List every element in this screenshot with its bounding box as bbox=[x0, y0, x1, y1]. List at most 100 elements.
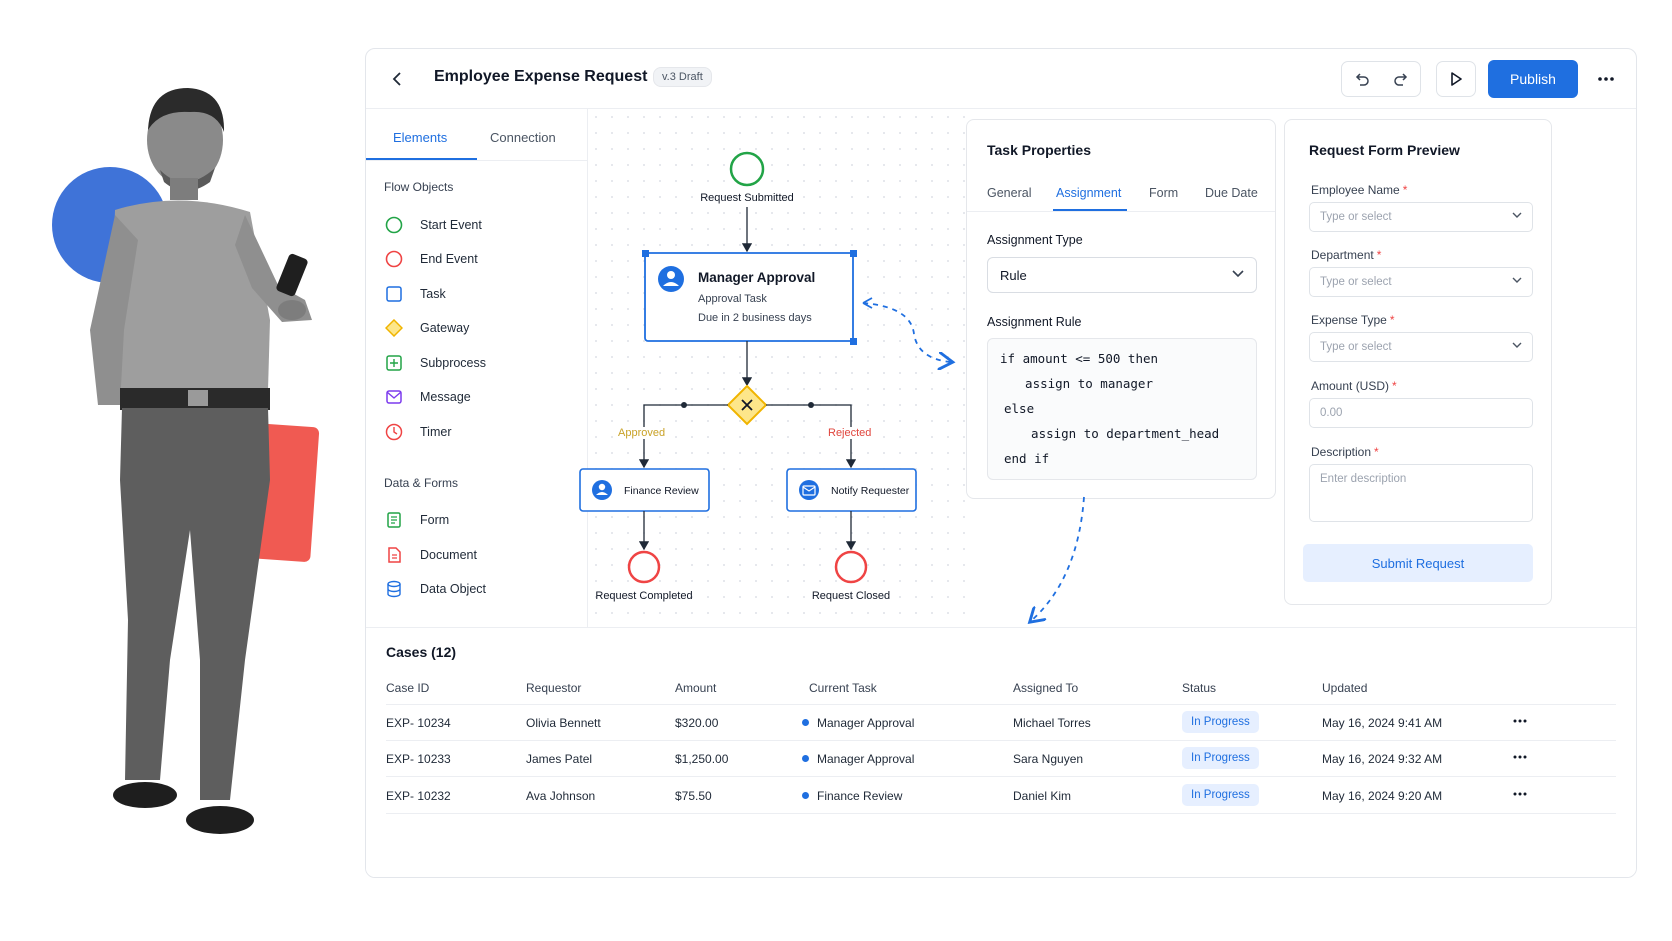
tab-elements[interactable]: Elements bbox=[393, 130, 447, 145]
palette-item-label: Form bbox=[420, 513, 450, 527]
chevron-left-icon bbox=[392, 72, 401, 86]
tab-due-date[interactable]: Due Date bbox=[1205, 186, 1258, 200]
message-icon bbox=[384, 387, 404, 407]
row-more-icon[interactable] bbox=[1512, 749, 1528, 765]
status-badge: In Progress bbox=[1182, 747, 1259, 769]
rejected-branch-label: Rejected bbox=[828, 427, 872, 439]
palette-item-label: Task bbox=[420, 287, 446, 301]
assignment-rule-editor[interactable]: if amount <= 500 then assign to manager … bbox=[987, 338, 1257, 480]
department-label: Department * bbox=[1311, 248, 1381, 262]
request-completed-label: Request Completed bbox=[595, 590, 693, 602]
chevron-down-icon bbox=[1512, 342, 1522, 348]
palette-item-subprocess[interactable]: Subprocess bbox=[384, 352, 486, 374]
palette-item-start-event[interactable]: Start Event bbox=[384, 214, 482, 236]
cases-table-panel: Cases (12) Case ID Requestor Amount Curr… bbox=[366, 627, 1636, 877]
code-line: else bbox=[1004, 401, 1035, 416]
flow-objects-heading: Flow Objects bbox=[384, 180, 454, 194]
assigned-to: Michael Torres bbox=[1013, 716, 1091, 730]
amount-label: Amount (USD) * bbox=[1311, 379, 1397, 393]
table-row[interactable]: EXP- 10233 James Patel $1,250.00 Manager… bbox=[386, 741, 1616, 777]
palette-item-label: End Event bbox=[420, 252, 478, 266]
undo-icon[interactable] bbox=[1354, 71, 1370, 87]
table-row[interactable]: EXP- 10234 Olivia Bennett $320.00 Manage… bbox=[386, 705, 1616, 741]
assignment-type-select[interactable]: Rule bbox=[987, 257, 1257, 293]
run-button[interactable] bbox=[1436, 61, 1476, 97]
task-properties-panel: Task Properties General Assignment Form … bbox=[966, 119, 1276, 499]
cases-title: Cases (12) bbox=[386, 644, 457, 660]
palette-item-timer[interactable]: Timer bbox=[384, 421, 451, 443]
gateway-icon bbox=[384, 318, 404, 338]
tab-general[interactable]: General bbox=[987, 186, 1031, 200]
palette-item-document[interactable]: Document bbox=[384, 544, 477, 566]
status-badge: In Progress bbox=[1182, 711, 1259, 733]
palette-tabs: Elements Connection bbox=[366, 109, 588, 161]
requestor: James Patel bbox=[526, 752, 593, 766]
data-forms-heading: Data & Forms bbox=[384, 476, 459, 490]
palette-item-data-object[interactable]: Data Object bbox=[384, 578, 486, 600]
code-line: if amount <= 500 then bbox=[1000, 351, 1159, 366]
table-row[interactable]: EXP- 10232 Ava Johnson $75.50 Finance Re… bbox=[386, 778, 1616, 814]
manager-approval-type: Approval Task bbox=[698, 293, 767, 305]
field-placeholder: 0.00 bbox=[1320, 407, 1343, 419]
form-icon bbox=[384, 510, 404, 530]
status-dot bbox=[802, 719, 809, 726]
field-label-text: Expense Type bbox=[1311, 313, 1387, 327]
required-marker: * bbox=[1376, 248, 1382, 262]
workflow-editor-window: Employee Expense Request v.3 Draft Publi… bbox=[365, 48, 1637, 878]
palette-item-task[interactable]: Task bbox=[384, 283, 446, 305]
amount-input[interactable]: 0.00 bbox=[1309, 398, 1533, 428]
current-task: Manager Approval bbox=[802, 716, 914, 730]
manager-approval-title: Manager Approval bbox=[698, 270, 816, 285]
play-icon bbox=[1451, 72, 1462, 86]
tab-connection[interactable]: Connection bbox=[490, 130, 556, 145]
tab-assignment[interactable]: Assignment bbox=[1056, 186, 1121, 200]
required-marker: * bbox=[1402, 183, 1408, 197]
tab-form[interactable]: Form bbox=[1149, 186, 1178, 200]
field-label-text: Amount (USD) bbox=[1311, 379, 1390, 393]
palette-item-form[interactable]: Form bbox=[384, 509, 449, 531]
assignment-rule-label: Assignment Rule bbox=[987, 315, 1082, 329]
assigned-to: Sara Nguyen bbox=[1013, 752, 1084, 766]
active-tab-indicator bbox=[366, 158, 477, 160]
chevron-down-icon bbox=[1512, 212, 1522, 218]
requestor: Olivia Bennett bbox=[526, 716, 601, 730]
more-horizontal-icon bbox=[1598, 77, 1614, 81]
palette-item-message[interactable]: Message bbox=[384, 386, 471, 408]
department-select[interactable]: Type or select bbox=[1309, 267, 1533, 297]
expense-type-select[interactable]: Type or select bbox=[1309, 332, 1533, 362]
person-illustration bbox=[52, 88, 320, 834]
palette-item-label: Document bbox=[420, 548, 477, 562]
divider bbox=[967, 211, 1275, 212]
finance-review-label: Finance Review bbox=[624, 485, 699, 497]
field-placeholder: Enter description bbox=[1320, 473, 1407, 485]
palette-item-label: Data Object bbox=[420, 582, 487, 596]
assignment-type-value: Rule bbox=[1000, 268, 1027, 283]
end-event-icon bbox=[384, 249, 404, 269]
palette-item-label: Message bbox=[420, 390, 471, 404]
employee-name-select[interactable]: Type or select bbox=[1309, 202, 1533, 232]
column-header: Current Task bbox=[809, 681, 877, 695]
expense-type-label: Expense Type * bbox=[1311, 313, 1395, 327]
more-options-button[interactable] bbox=[1588, 61, 1624, 97]
code-line: end if bbox=[1004, 451, 1050, 466]
palette-item-label: Start Event bbox=[420, 218, 482, 232]
current-task-text: Manager Approval bbox=[817, 716, 915, 730]
palette-item-gateway[interactable]: Gateway bbox=[384, 317, 469, 339]
palette-item-end-event[interactable]: End Event bbox=[384, 248, 478, 270]
approved-branch-label: Approved bbox=[618, 427, 666, 439]
status-dot bbox=[802, 792, 809, 799]
assignment-type-label: Assignment Type bbox=[987, 233, 1083, 247]
description-textarea[interactable]: Enter description bbox=[1309, 464, 1533, 522]
task-icon bbox=[384, 284, 404, 304]
back-button[interactable] bbox=[386, 67, 410, 91]
redo-icon[interactable] bbox=[1393, 71, 1409, 87]
request-form-preview: Request Form Preview Employee Name * Type… bbox=[1284, 119, 1552, 605]
publish-button[interactable]: Publish bbox=[1488, 60, 1578, 98]
field-label-text: Employee Name bbox=[1311, 183, 1400, 197]
field-placeholder: Type or select bbox=[1320, 276, 1392, 288]
required-marker: * bbox=[1389, 313, 1395, 327]
row-more-icon[interactable] bbox=[1512, 713, 1528, 729]
column-header: Case ID bbox=[386, 681, 430, 695]
submit-request-button[interactable]: Submit Request bbox=[1303, 544, 1533, 582]
row-more-icon[interactable] bbox=[1512, 786, 1528, 802]
